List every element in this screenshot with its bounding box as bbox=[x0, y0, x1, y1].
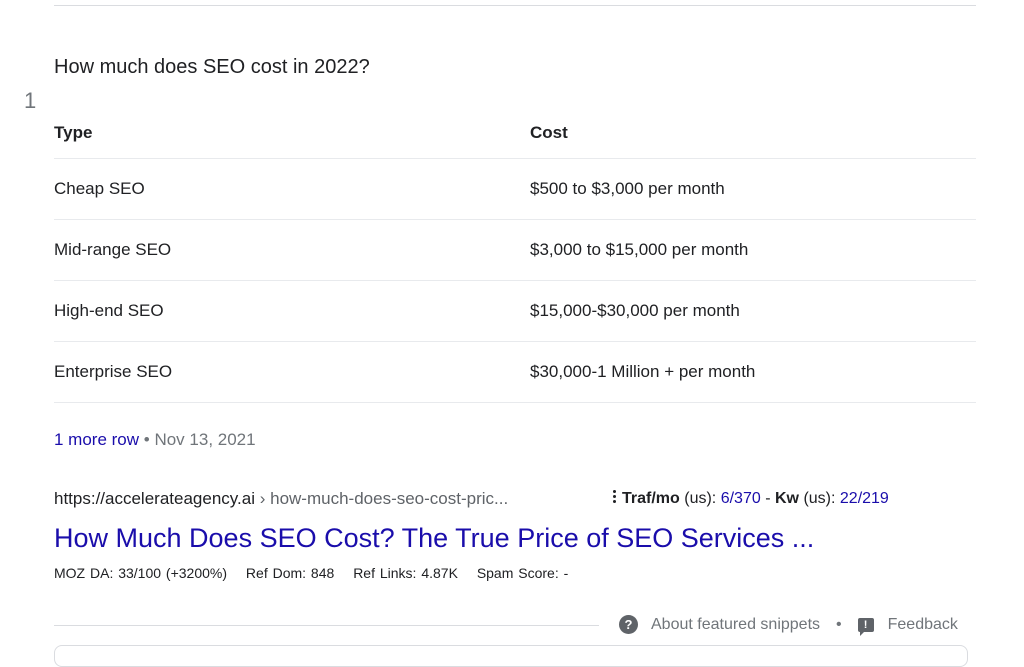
table-cell-type: Mid-range SEO bbox=[54, 219, 530, 281]
result-url[interactable]: https://accelerateagency.ai › how-much-d… bbox=[54, 489, 508, 509]
more-rows-line: 1 more row • Nov 13, 2021 bbox=[54, 430, 256, 450]
table-cell-cost: $3,000 to $15,000 per month bbox=[530, 219, 976, 281]
snippet-question: How much does SEO cost in 2022? bbox=[54, 56, 370, 78]
table-row: Mid-range SEO $3,000 to $15,000 per mont… bbox=[54, 219, 976, 281]
feedback-icon[interactable]: ! bbox=[857, 617, 874, 636]
breadcrumb-separator: › bbox=[259, 489, 266, 508]
snippet-table: Type Cost Cheap SEO $500 to $3,000 per m… bbox=[54, 108, 976, 403]
traffic-value-link[interactable]: 6/370 bbox=[721, 490, 761, 507]
table-cell-type: High-end SEO bbox=[54, 280, 530, 342]
top-divider bbox=[54, 5, 976, 6]
seo-metrics-bar: MOZ DA: 33/100 (+3200%) Ref Dom: 848 Ref… bbox=[54, 565, 582, 581]
keyword-region: (us): bbox=[803, 490, 836, 507]
next-result-card bbox=[54, 645, 968, 667]
table-cell-cost: $30,000-1 Million + per month bbox=[530, 341, 976, 403]
table-cell-type: Cheap SEO bbox=[54, 158, 530, 220]
ref-links-metric: Ref Links: 4.87K bbox=[353, 565, 458, 581]
more-options-icon[interactable] bbox=[612, 489, 618, 505]
traffic-stats: Traf/mo (us): 6/370 - Kw (us): 22/219 bbox=[612, 489, 889, 508]
url-domain[interactable]: https://accelerateagency.ai bbox=[54, 489, 255, 508]
footer-bullet: • bbox=[836, 615, 842, 633]
table-row: High-end SEO $15,000-$30,000 per month bbox=[54, 280, 976, 342]
ref-dom-metric: Ref Dom: 848 bbox=[245, 565, 335, 581]
keyword-label: Kw bbox=[774, 490, 799, 507]
footer-divider bbox=[54, 625, 599, 626]
column-header-type: Type bbox=[54, 108, 530, 159]
table-cell-cost: $500 to $3,000 per month bbox=[530, 158, 976, 220]
keyword-value-link[interactable]: 22/219 bbox=[840, 490, 889, 507]
snippet-footer: ? About featured snippets • ! Feedback bbox=[619, 615, 958, 636]
result-title-link[interactable]: How Much Does SEO Cost? The True Price o… bbox=[54, 523, 814, 554]
table-cell-cost: $15,000-$30,000 per month bbox=[530, 280, 976, 342]
spam-score-metric: Spam Score: - bbox=[476, 565, 569, 581]
table-header-row: Type Cost bbox=[54, 108, 976, 159]
more-rows-link[interactable]: 1 more row bbox=[54, 430, 139, 449]
question-icon[interactable]: ? bbox=[619, 615, 638, 634]
column-header-cost: Cost bbox=[530, 108, 976, 159]
bullet-separator: • bbox=[143, 430, 150, 449]
table-cell-type: Enterprise SEO bbox=[54, 341, 530, 403]
table-row: Cheap SEO $500 to $3,000 per month bbox=[54, 158, 976, 220]
moz-da-metric: MOZ DA: 33/100 (+3200%) bbox=[54, 565, 228, 581]
traffic-region: (us): bbox=[684, 490, 717, 507]
traffic-label: Traf/mo bbox=[622, 490, 680, 507]
feedback-link[interactable]: Feedback bbox=[888, 616, 958, 634]
url-path[interactable]: how-much-does-seo-cost-pric... bbox=[270, 489, 508, 508]
result-rank-number: 1 bbox=[24, 88, 37, 113]
about-featured-snippets-link[interactable]: About featured snippets bbox=[651, 616, 820, 634]
table-row: Enterprise SEO $30,000-1 Million + per m… bbox=[54, 341, 976, 403]
stats-dash: - bbox=[765, 490, 771, 507]
snippet-date: Nov 13, 2021 bbox=[154, 430, 256, 449]
